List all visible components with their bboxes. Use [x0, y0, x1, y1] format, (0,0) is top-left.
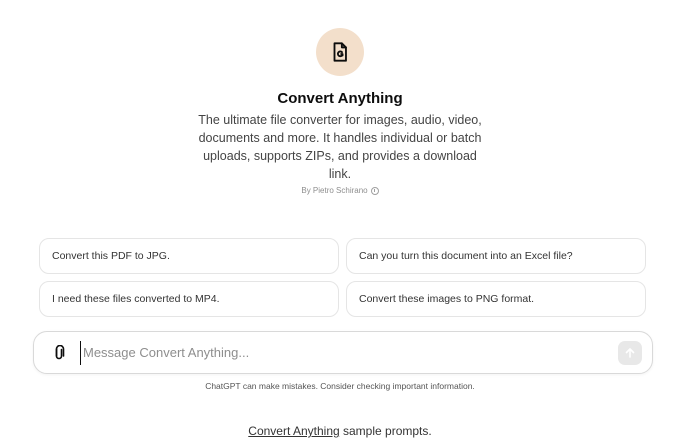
prompt-card-to-png[interactable]: Convert these images to PNG format. [346, 281, 646, 317]
prompt-card-pdf-to-jpg[interactable]: Convert this PDF to JPG. [39, 238, 339, 274]
gpt-author[interactable]: By Pietro Schirano [301, 186, 379, 195]
paperclip-icon [55, 344, 65, 359]
sample-prompts: Convert this PDF to JPG. Can you turn th… [39, 238, 647, 317]
gpt-header: Convert Anything The ultimate file conve… [0, 28, 680, 195]
prompt-card-to-mp4[interactable]: I need these files converted to MP4. [39, 281, 339, 317]
file-convert-icon [333, 42, 347, 62]
caption-link[interactable]: Convert Anything [248, 424, 339, 438]
info-icon[interactable] [370, 186, 379, 195]
prompt-card-doc-to-excel[interactable]: Can you turn this document into an Excel… [346, 238, 646, 274]
attach-button[interactable] [50, 343, 68, 363]
gpt-avatar [316, 28, 364, 76]
message-input[interactable] [80, 340, 618, 365]
message-composer [33, 331, 653, 374]
caption: Convert Anything sample prompts. [0, 424, 680, 438]
gpt-title: Convert Anything [277, 90, 403, 107]
arrow-up-icon [625, 347, 635, 358]
disclaimer: ChatGPT can make mistakes. Consider chec… [205, 381, 475, 391]
author-label: By Pietro Schirano [301, 186, 368, 195]
caption-text: sample prompts. [339, 424, 432, 438]
gpt-description: The ultimate file converter for images, … [198, 113, 482, 181]
send-button[interactable] [618, 340, 642, 365]
